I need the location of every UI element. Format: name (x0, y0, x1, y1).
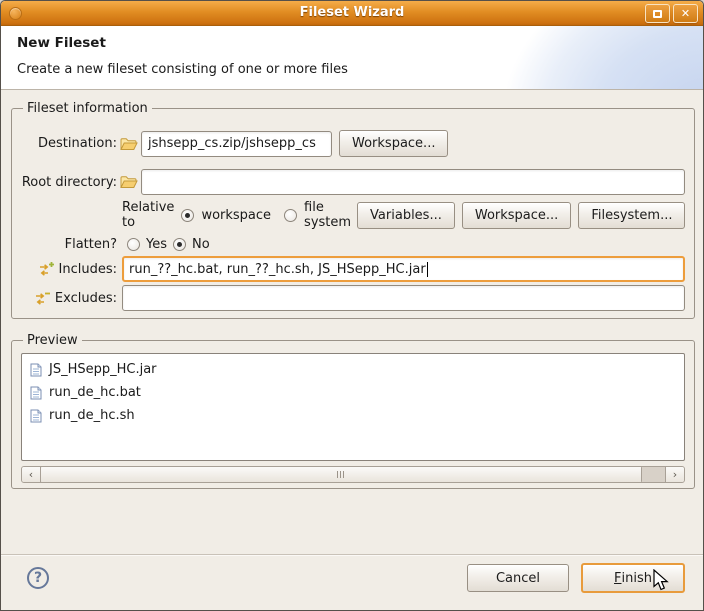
list-item[interactable]: run_de_hc.bat (22, 381, 684, 404)
text-caret (426, 261, 428, 277)
includes-input[interactable]: run_??_hc.bat, run_??_hc.sh, JS_HSepp_HC… (122, 256, 686, 282)
workspace-button[interactable]: Workspace... (461, 201, 572, 229)
destination-input[interactable]: jshsepp_cs.zip/jshsepp_cs (141, 130, 332, 157)
cancel-button[interactable]: Cancel (467, 564, 569, 592)
root-directory-label: Root directory: (21, 174, 117, 190)
wizard-banner: New Fileset Create a new fileset consist… (1, 26, 703, 90)
window-title: Fileset Wizard (299, 5, 405, 20)
help-button[interactable]: ? (27, 567, 49, 589)
footer-separator (1, 554, 703, 555)
help-icon: ? (33, 570, 43, 586)
scroll-left-button[interactable]: ‹ (22, 467, 41, 482)
finish-button[interactable]: Finish (581, 563, 685, 593)
destination-label: Destination: (38, 136, 117, 151)
root-directory-input[interactable] (141, 169, 686, 195)
excludes-filter-icon (35, 292, 50, 305)
excludes-label: Excludes: (54, 290, 117, 306)
page-description: Create a new fileset consisting of one o… (17, 62, 348, 77)
radio-flatten-no[interactable] (173, 237, 186, 251)
radio-workspace[interactable] (181, 208, 195, 222)
scroll-right-button[interactable]: › (665, 467, 684, 482)
variables-button[interactable]: Variables... (357, 201, 455, 229)
preview-file-list[interactable]: JS_HSepp_HC.jar run_de_hc.bat run_de_hc.… (21, 353, 685, 461)
flatten-label: Flatten? (64, 236, 117, 252)
title-bar[interactable]: Fileset Wizard ✕ (1, 1, 703, 26)
includes-filter-icon (39, 262, 54, 276)
text-file-icon (30, 386, 42, 399)
radio-file-system[interactable] (284, 208, 298, 222)
folder-open-icon (117, 175, 141, 189)
scrollbar-thumb[interactable] (41, 467, 642, 482)
radio-flatten-yes-label[interactable]: Yes (146, 237, 167, 252)
maximize-button[interactable] (645, 4, 670, 23)
maximize-icon (653, 9, 662, 18)
includes-label: Includes: (58, 261, 117, 277)
chevron-right-icon: › (672, 468, 678, 481)
fileset-information-legend: Fileset information (27, 101, 148, 116)
horizontal-scrollbar[interactable]: ‹ › (21, 466, 685, 483)
radio-workspace-label[interactable]: workspace (201, 208, 271, 223)
close-icon: ✕ (680, 7, 691, 20)
relative-to-label: Relative to (122, 200, 175, 230)
text-file-icon (30, 363, 42, 376)
banner-gradient-art (453, 26, 703, 89)
preview-group: Preview JS_HSepp_HC.jar run_de_hc.bat ru… (11, 333, 695, 489)
list-item[interactable]: JS_HSepp_HC.jar (22, 358, 684, 381)
scrollbar-track[interactable] (642, 467, 665, 482)
fileset-wizard-dialog: Fileset Wizard ✕ New Fileset Create a ne… (0, 0, 704, 611)
radio-flatten-no-label[interactable]: No (192, 237, 210, 252)
filesystem-button[interactable]: Filesystem... (578, 201, 686, 229)
page-title: New Fileset (17, 35, 106, 51)
preview-legend: Preview (27, 333, 78, 348)
text-file-icon (30, 409, 42, 422)
fileset-information-group: Fileset information Destination: jshsepp… (11, 101, 696, 319)
radio-flatten-yes[interactable] (127, 237, 140, 251)
close-button[interactable]: ✕ (673, 4, 698, 23)
folder-open-icon (117, 137, 141, 151)
radio-file-system-label[interactable]: file system (304, 200, 351, 230)
list-item[interactable]: run_de_hc.sh (22, 404, 684, 427)
excludes-input[interactable] (122, 285, 686, 311)
chevron-left-icon: ‹ (28, 468, 34, 481)
destination-workspace-button[interactable]: Workspace... (339, 130, 449, 157)
